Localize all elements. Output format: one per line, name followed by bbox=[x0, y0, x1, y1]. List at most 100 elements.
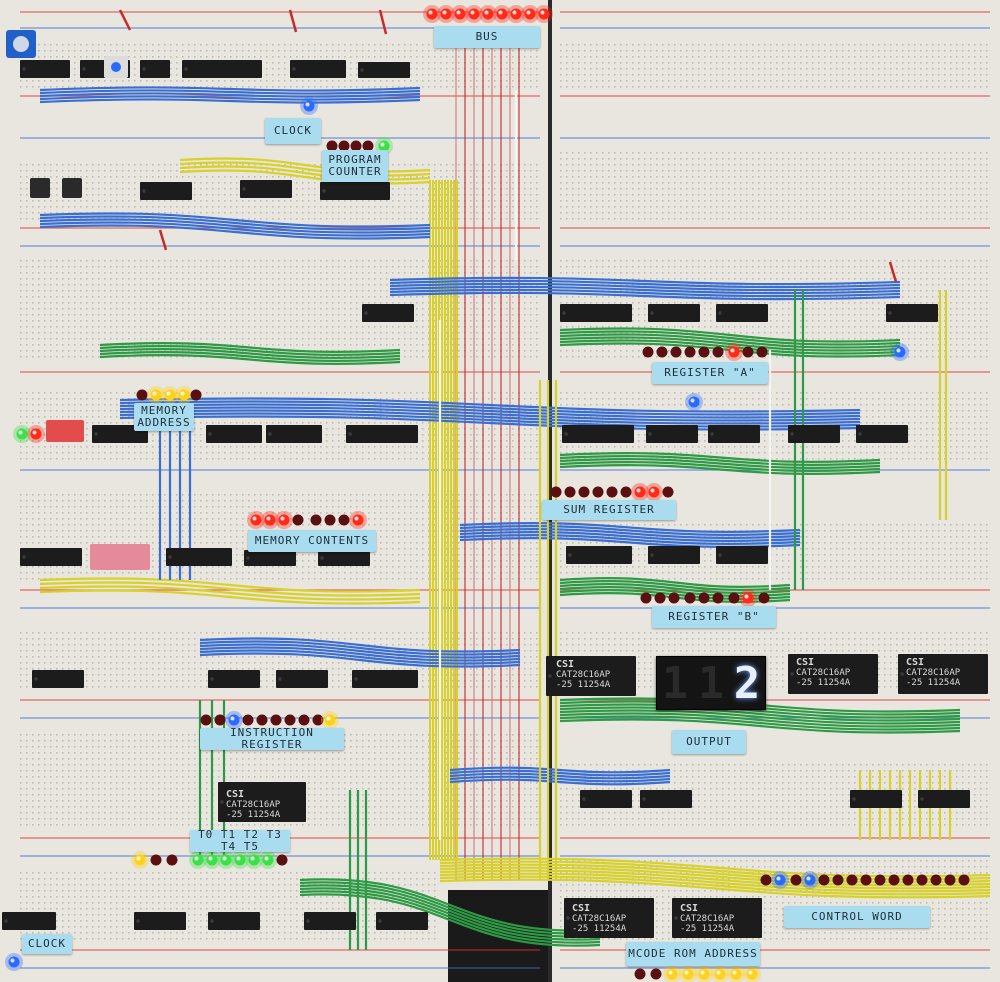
right-breadboard-column bbox=[552, 0, 1000, 982]
led bbox=[276, 854, 288, 866]
led bbox=[832, 874, 844, 886]
led bbox=[248, 854, 260, 866]
led bbox=[874, 874, 886, 886]
led bbox=[640, 592, 652, 604]
led bbox=[206, 854, 218, 866]
led bbox=[930, 874, 942, 886]
led bbox=[888, 874, 900, 886]
ic-chip bbox=[358, 62, 410, 78]
led bbox=[270, 714, 282, 726]
led bbox=[256, 714, 268, 726]
led bbox=[524, 8, 536, 20]
register-b-label: Register "B" bbox=[652, 606, 776, 628]
ic-chip bbox=[244, 550, 296, 566]
ic-chip bbox=[362, 304, 414, 322]
led bbox=[634, 968, 646, 980]
ic-chip bbox=[580, 790, 632, 808]
led bbox=[756, 346, 768, 358]
output-label: Output bbox=[672, 730, 746, 754]
led bbox=[902, 874, 914, 886]
seven-segment-output-display: 1 1 2 bbox=[656, 656, 766, 710]
led bbox=[698, 968, 710, 980]
led bbox=[578, 486, 590, 498]
ic-chip bbox=[218, 782, 306, 822]
ic-chip bbox=[716, 546, 768, 564]
ic-chip bbox=[2, 912, 56, 930]
ic-chip bbox=[564, 898, 654, 938]
led bbox=[916, 874, 928, 886]
led bbox=[150, 854, 162, 866]
ic-chip bbox=[140, 182, 192, 200]
led bbox=[688, 396, 700, 408]
led bbox=[250, 514, 262, 526]
push-button bbox=[62, 178, 82, 198]
ic-chip bbox=[708, 425, 760, 443]
led bbox=[648, 486, 660, 498]
ic-chip bbox=[182, 60, 262, 78]
led bbox=[606, 486, 618, 498]
ic-chip bbox=[648, 546, 700, 564]
led bbox=[662, 486, 674, 498]
ic-chip bbox=[562, 425, 634, 443]
led bbox=[742, 592, 754, 604]
led bbox=[818, 874, 830, 886]
led bbox=[760, 874, 772, 886]
ic-chip bbox=[166, 548, 232, 566]
dip-switch bbox=[46, 420, 84, 442]
led bbox=[728, 592, 740, 604]
ic-chip bbox=[886, 304, 938, 322]
bus-label: Bus bbox=[434, 26, 540, 48]
ic-chip bbox=[646, 425, 698, 443]
led bbox=[790, 874, 802, 886]
led bbox=[550, 486, 562, 498]
led bbox=[310, 514, 322, 526]
ic-chip bbox=[208, 670, 260, 688]
ic-chip bbox=[672, 898, 762, 938]
ic-chip bbox=[850, 790, 902, 808]
ic-chip bbox=[546, 656, 636, 696]
memory-contents-label: Memory contents bbox=[248, 530, 376, 552]
led bbox=[774, 874, 786, 886]
ic-chip bbox=[20, 60, 70, 78]
ic-chip bbox=[918, 790, 970, 808]
led bbox=[758, 592, 770, 604]
instruction-register-label: Instruction Register bbox=[200, 727, 344, 751]
led bbox=[352, 514, 364, 526]
ic-chip bbox=[648, 304, 700, 322]
led bbox=[454, 8, 466, 20]
led bbox=[804, 874, 816, 886]
led bbox=[728, 346, 740, 358]
led bbox=[284, 714, 296, 726]
led bbox=[666, 968, 678, 980]
led bbox=[303, 100, 315, 112]
led bbox=[654, 592, 666, 604]
led bbox=[714, 968, 726, 980]
led bbox=[214, 714, 226, 726]
led bbox=[278, 514, 290, 526]
ic-chip bbox=[376, 912, 428, 930]
led bbox=[860, 874, 872, 886]
led bbox=[712, 346, 724, 358]
led bbox=[178, 389, 190, 401]
led bbox=[670, 346, 682, 358]
memory-address-label: Memory Address bbox=[134, 403, 194, 431]
output-digit-1: 1 bbox=[661, 657, 689, 709]
ic-chip bbox=[208, 912, 260, 930]
led bbox=[192, 854, 204, 866]
led bbox=[712, 592, 724, 604]
led bbox=[684, 592, 696, 604]
led bbox=[620, 486, 632, 498]
led bbox=[742, 346, 754, 358]
push-button bbox=[30, 178, 50, 198]
program-counter-label: Program Counter bbox=[322, 150, 388, 182]
led bbox=[440, 8, 452, 20]
led bbox=[30, 428, 42, 440]
led bbox=[16, 428, 28, 440]
led bbox=[166, 854, 178, 866]
ic-chip bbox=[898, 654, 988, 694]
led bbox=[136, 389, 148, 401]
led bbox=[846, 874, 858, 886]
ic-chip bbox=[206, 425, 262, 443]
led bbox=[234, 854, 246, 866]
led bbox=[682, 968, 694, 980]
